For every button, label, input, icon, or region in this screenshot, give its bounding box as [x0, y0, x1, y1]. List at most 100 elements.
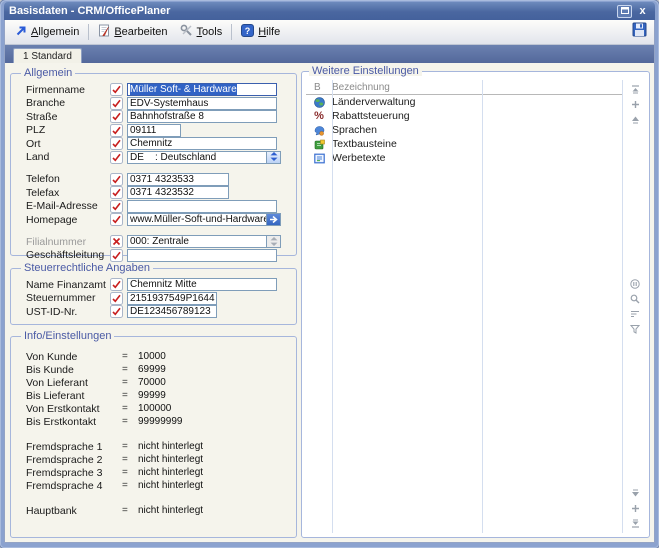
title-bar: Basisdaten - CRM/OfficePlaner x	[4, 2, 655, 20]
svg-text:?: ?	[245, 26, 251, 36]
check-icon[interactable]	[110, 249, 123, 262]
field-row-land: LandDE : Deutschland	[26, 151, 289, 164]
fremdsprache-1-value: nicht hinterlegt	[138, 441, 203, 452]
stra-e-label: Straße	[26, 111, 110, 123]
updown-icon	[270, 148, 278, 166]
equals-sign: =	[122, 480, 138, 491]
branche-field[interactable]: EDV-Systemhaus	[127, 97, 277, 110]
ust-id-nr-field[interactable]: DE123456789123	[127, 305, 217, 318]
ne-arrow-icon	[15, 25, 27, 40]
check-icon[interactable]	[110, 292, 123, 305]
field-row-steuernummer: Steuernummer2151937549P1644	[26, 292, 289, 305]
search-icon[interactable]	[630, 294, 641, 305]
grid-header: B Bezeichnung	[306, 80, 623, 95]
l-nderverwaltung-label: Länderverwaltung	[332, 96, 415, 108]
check-icon[interactable]	[110, 278, 123, 291]
column-separator	[332, 80, 333, 533]
move-top-icon[interactable]	[630, 84, 641, 95]
telefax-field[interactable]: 0371 4323532	[127, 186, 229, 199]
insert-up-icon[interactable]	[630, 99, 641, 110]
move-down-icon[interactable]	[630, 488, 641, 499]
check-icon[interactable]	[110, 97, 123, 110]
move-up-icon[interactable]	[630, 114, 641, 125]
window-title: Basisdaten - CRM/OfficePlaner	[9, 5, 170, 17]
page-edit-icon	[98, 24, 110, 40]
equals-sign: =	[122, 416, 138, 427]
sort-icon[interactable]	[630, 309, 641, 320]
check-icon[interactable]	[110, 200, 123, 213]
grid-header-bezeichnung[interactable]: Bezeichnung	[332, 82, 623, 93]
check-icon[interactable]	[110, 110, 123, 123]
window-restore-icon	[621, 5, 629, 17]
filter-icon[interactable]	[630, 324, 641, 335]
check-icon[interactable]	[110, 151, 123, 164]
telefon-field[interactable]: 0371 4323533	[127, 173, 229, 186]
check-icon[interactable]	[110, 213, 123, 226]
group-weitere-einstellungen: Weitere Einstellungen B Bezeichnung Länd…	[301, 66, 650, 538]
grid-header-b[interactable]: B	[306, 82, 332, 93]
move-bottom-icon[interactable]	[630, 518, 641, 529]
insert-down-icon[interactable]	[630, 503, 641, 514]
cross-icon[interactable]	[110, 235, 123, 248]
fremdsprache-2-value: nicht hinterlegt	[138, 454, 203, 465]
window-restore-button[interactable]	[617, 5, 632, 18]
grid-row-l-nderverwaltung[interactable]: Länderverwaltung	[306, 95, 623, 109]
check-icon[interactable]	[110, 137, 123, 150]
field-row-firmenname: FirmennameMüller Soft- & Hardware	[26, 83, 289, 96]
check-icon[interactable]	[110, 186, 123, 199]
menu-label: Hilfe	[258, 26, 280, 38]
menu-allgemein[interactable]: Allgemein	[9, 23, 85, 42]
ust-id-nr-label: UST-ID-Nr.	[26, 306, 110, 318]
stra-e-field[interactable]: Bahnhofstraße 8	[127, 110, 277, 123]
homepage-field[interactable]: www.Müller-Soft-und-Hardware.de	[127, 213, 267, 226]
bis-kunde-label: Bis Kunde	[26, 364, 122, 376]
settings-grid: B Bezeichnung Länderverwaltung%Rabattste…	[306, 80, 647, 533]
dropdown-button-filialnummer[interactable]	[267, 235, 281, 248]
firmenname-field[interactable]: Müller Soft- & Hardware	[127, 83, 277, 96]
open-homepage-button[interactable]	[267, 213, 281, 226]
grid-row-sprachen[interactable]: Sprachen	[306, 123, 623, 137]
column-separator	[622, 80, 623, 533]
dropdown-button-land[interactable]	[267, 151, 281, 164]
records-icon[interactable]	[630, 279, 641, 290]
menu-label: Bearbeiten	[114, 26, 167, 38]
ort-field[interactable]: Chemnitz	[127, 137, 277, 150]
equals-sign: =	[122, 364, 138, 375]
check-icon[interactable]	[110, 124, 123, 137]
filialnummer-field[interactable]: 000: Zentrale	[127, 235, 267, 248]
fremdsprache-4-value: nicht hinterlegt	[138, 480, 203, 491]
name-finanzamt-field[interactable]: Chemnitz Mitte	[127, 278, 277, 291]
steuer-fields: Name FinanzamtChemnitz MitteSteuernummer…	[18, 278, 289, 318]
von-lieferant-value: 70000	[138, 377, 166, 388]
info-row-von-erstkontakt: Von Erstkontakt=100000	[26, 402, 289, 415]
gesch-ftsleitung-field[interactable]	[127, 249, 277, 262]
grid-row-rabattsteuerung[interactable]: %Rabattsteuerung	[306, 109, 623, 123]
check-icon[interactable]	[110, 305, 123, 318]
field-row-plz: PLZ09111	[26, 124, 289, 137]
grid-nav-gutter	[625, 84, 645, 529]
grid-row-werbetexte[interactable]: Werbetexte	[306, 151, 623, 165]
bis-lieferant-label: Bis Lieferant	[26, 390, 122, 402]
fremdsprache-4-label: Fremdsprache 4	[26, 480, 122, 492]
e-mail-adresse-field[interactable]	[127, 200, 277, 213]
equals-sign: =	[122, 505, 138, 516]
tools-icon	[180, 24, 193, 40]
save-button[interactable]	[628, 22, 650, 42]
group-allgemein: Allgemein FirmennameMüller Soft- & Hardw…	[10, 68, 297, 256]
land-field[interactable]: DE : Deutschland	[127, 151, 267, 164]
plz-field[interactable]: 09111	[127, 124, 181, 137]
menu-tools[interactable]: Tools	[174, 22, 229, 42]
menu-bearbeiten[interactable]: Bearbeiten	[92, 22, 173, 42]
check-icon[interactable]	[110, 83, 123, 96]
fremdsprache-3-label: Fremdsprache 3	[26, 467, 122, 479]
branche-label: Branche	[26, 97, 110, 109]
window-close-button[interactable]: x	[635, 5, 650, 18]
check-icon[interactable]	[110, 173, 123, 186]
info-row-bis-kunde: Bis Kunde=69999	[26, 363, 289, 376]
steuernummer-field[interactable]: 2151937549P1644	[127, 292, 217, 305]
menu-label: Tools	[197, 26, 223, 38]
globe-icon	[306, 97, 332, 108]
grid-row-textbausteine[interactable]: Textbausteine	[306, 137, 623, 151]
menu-hilfe[interactable]: ? Hilfe	[235, 22, 286, 42]
tab-standard[interactable]: 1 Standard	[13, 48, 82, 63]
